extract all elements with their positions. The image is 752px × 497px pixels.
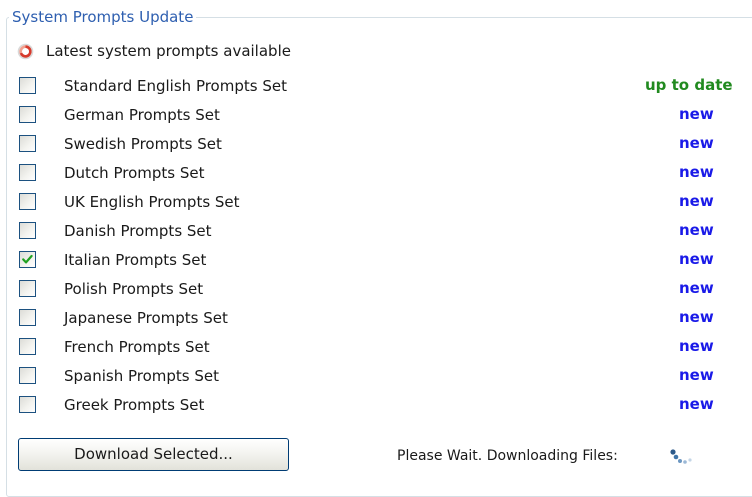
download-status-text: Please Wait. Downloading Files: [397,448,618,464]
prompt-set-row: Greek Prompts Set new [0,394,752,423]
prompt-set-row: Dutch Prompts Set new [0,162,752,191]
checkmark-icon [22,254,33,264]
prompt-set-status: up to date [645,76,733,94]
prompt-set-label: French Prompts Set [64,338,210,356]
prompt-set-checkbox[interactable] [19,193,36,210]
prompt-set-row: UK English Prompts Set new [0,191,752,220]
prompt-set-row: French Prompts Set new [0,336,752,365]
prompt-set-status: new [679,279,714,297]
loading-spinner-icon [667,447,695,467]
prompt-set-status: new [679,337,714,355]
group-title: System Prompts Update [9,8,197,26]
prompt-set-status: new [679,221,714,239]
refresh-icon [17,43,34,60]
prompt-set-label: German Prompts Set [64,106,220,124]
prompt-set-status: new [679,163,714,181]
prompt-set-checkbox[interactable] [19,251,36,268]
prompt-set-row: Standard English Prompts Set up to date [0,75,752,104]
prompt-set-checkbox[interactable] [19,77,36,94]
prompt-set-checkbox[interactable] [19,396,36,413]
prompt-set-row: Polish Prompts Set new [0,278,752,307]
prompt-set-status: new [679,105,714,123]
status-text: Latest system prompts available [46,42,291,60]
prompt-set-label: Greek Prompts Set [64,396,205,414]
prompt-set-label: Spanish Prompts Set [64,367,220,385]
prompt-set-status: new [679,395,714,413]
prompt-set-checkbox[interactable] [19,309,36,326]
prompt-set-row: Danish Prompts Set new [0,220,752,249]
prompt-set-checkbox[interactable] [19,280,36,297]
prompt-set-checkbox[interactable] [19,135,36,152]
prompt-set-checkbox[interactable] [19,222,36,239]
download-selected-button[interactable]: Download Selected... [18,438,289,471]
prompt-set-label: Dutch Prompts Set [64,164,205,182]
prompt-set-label: Danish Prompts Set [64,222,212,240]
prompt-set-checkbox[interactable] [19,164,36,181]
prompt-set-label: Italian Prompts Set [64,251,207,269]
prompt-set-status: new [679,192,714,210]
prompt-set-label: Standard English Prompts Set [64,77,287,95]
prompt-set-label: Polish Prompts Set [64,280,204,298]
prompt-set-checkbox[interactable] [19,106,36,123]
prompt-set-label: UK English Prompts Set [64,193,240,211]
prompt-set-row: German Prompts Set new [0,104,752,133]
prompt-set-row: Swedish Prompts Set new [0,133,752,162]
prompt-set-row: Japanese Prompts Set new [0,307,752,336]
prompt-set-status: new [679,134,714,152]
prompt-set-status: new [679,366,714,384]
prompt-set-label: Japanese Prompts Set [64,309,228,327]
prompt-set-status: new [679,250,714,268]
prompt-set-label: Swedish Prompts Set [64,135,222,153]
status-line: Latest system prompts available [17,41,291,61]
prompt-set-row: Spanish Prompts Set new [0,365,752,394]
prompt-set-checkbox[interactable] [19,338,36,355]
prompt-set-row: Italian Prompts Set new [0,249,752,278]
prompt-set-checkbox[interactable] [19,367,36,384]
prompt-set-status: new [679,308,714,326]
